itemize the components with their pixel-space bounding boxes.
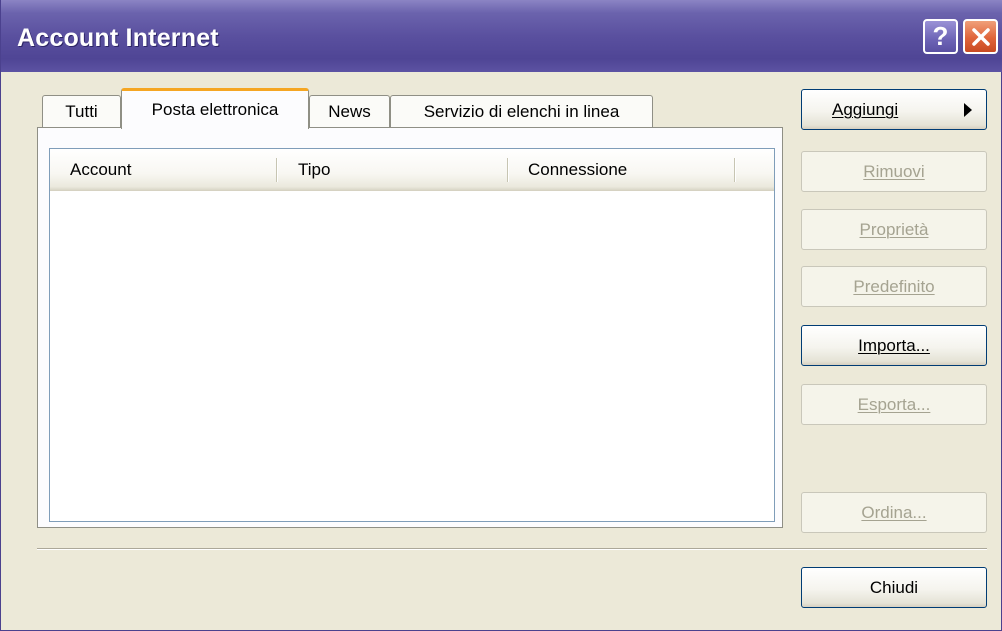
import-button[interactable]: Importa...	[801, 325, 987, 366]
column-divider[interactable]	[507, 158, 509, 182]
add-button[interactable]: Aggiungi	[801, 89, 987, 130]
tab-label: Servizio di elenchi in linea	[423, 102, 620, 121]
export-button-label: Esporta...	[857, 394, 931, 414]
dialog-separator	[37, 548, 987, 550]
window-title: Account Internet	[17, 24, 219, 52]
default-button[interactable]: Predefinito	[801, 266, 987, 307]
tab-label: Tutti	[65, 102, 98, 121]
tab-posta-elettronica[interactable]: Posta elettronica	[121, 88, 309, 129]
order-button[interactable]: Ordina...	[801, 492, 987, 533]
list-header: Account Tipo Connessione	[50, 149, 774, 191]
title-bar[interactable]: Account Internet ?	[1, 0, 1002, 72]
add-button-label: Aggiungi	[832, 99, 899, 119]
column-divider[interactable]	[276, 158, 278, 182]
column-header-connessione[interactable]: Connessione	[528, 149, 627, 190]
close-window-button[interactable]	[963, 19, 998, 54]
account-internet-dialog: Account Internet ? Tutti Posta elettroni…	[0, 0, 1002, 631]
tab-news[interactable]: News	[309, 95, 390, 128]
triangle-right-icon	[964, 103, 972, 117]
order-button-label: Ordina...	[861, 502, 927, 522]
help-icon: ?	[932, 21, 949, 51]
close-icon	[970, 26, 992, 48]
properties-button-label: Proprietà	[859, 219, 929, 239]
column-header-account[interactable]: Account	[70, 149, 131, 190]
column-divider[interactable]	[734, 158, 736, 182]
default-button-label: Predefinito	[853, 276, 935, 296]
tab-label: News	[328, 102, 371, 121]
export-button[interactable]: Esporta...	[801, 384, 987, 425]
column-header-tipo[interactable]: Tipo	[298, 149, 330, 190]
tab-servizio-elenchi[interactable]: Servizio di elenchi in linea	[390, 95, 653, 128]
remove-button-label: Rimuovi	[863, 161, 925, 181]
close-button[interactable]: Chiudi	[801, 567, 987, 608]
properties-button[interactable]: Proprietà	[801, 209, 987, 250]
import-button-label: Importa...	[858, 335, 930, 355]
accounts-list[interactable]: Account Tipo Connessione	[49, 148, 775, 522]
remove-button[interactable]: Rimuovi	[801, 151, 987, 192]
close-button-label: Chiudi	[869, 577, 919, 597]
tab-tutti[interactable]: Tutti	[42, 95, 121, 128]
tab-label: Posta elettronica	[151, 100, 279, 119]
help-button[interactable]: ?	[923, 19, 958, 54]
